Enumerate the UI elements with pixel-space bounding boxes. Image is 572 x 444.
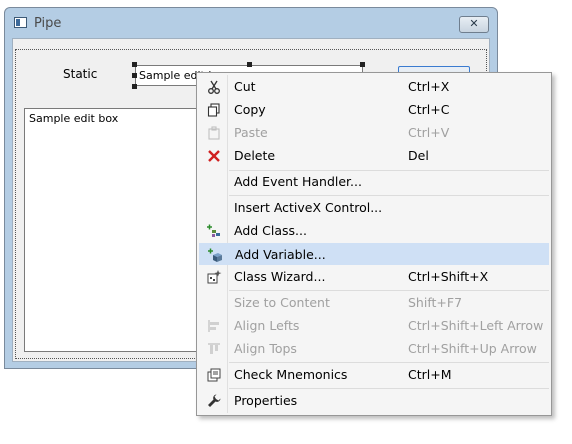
paste-icon [208,126,220,140]
menu-item-label: Properties [234,393,298,408]
context-menu: Cut Ctrl+X Copy Ctrl+C Paste Ctrl+V Dele… [196,72,552,416]
menu-item-label: Delete [234,148,276,163]
menu-separator [229,290,549,291]
menu-separator [229,388,549,389]
menu-item-label: Class Wizard... [234,269,326,284]
menu-item-shortcut: Ctrl+Shift+X [408,269,489,284]
menu-item-delete[interactable]: Delete Del [199,145,549,167]
menu-separator [229,362,549,363]
menu-item-cut[interactable]: Cut Ctrl+X [199,76,549,98]
menu-item-shortcut: Ctrl+C [408,102,450,117]
menu-item-properties[interactable]: Properties [199,390,549,412]
menu-item-shortcut: Ctrl+M [408,367,452,382]
menu-item-shortcut: Ctrl+X [408,79,450,94]
menu-item-add-class[interactable]: Add Class... [199,220,549,242]
close-button[interactable]: ✕ [459,16,489,33]
menu-item-copy[interactable]: Copy Ctrl+C [199,99,549,121]
title-bar[interactable]: Pipe ✕ [5,8,497,38]
menu-item-label: Add Class... [234,223,307,238]
align-lefts-icon [208,320,219,332]
menu-item-add-event-handler[interactable]: Add Event Handler... [199,171,549,193]
selection-handle-mid-left[interactable] [132,73,137,78]
menu-item-label: Paste [234,125,268,140]
menu-item-class-wizard[interactable]: Class Wizard... Ctrl+Shift+X [199,266,549,288]
menu-item-label: Copy [234,102,266,117]
menu-item-shortcut: Ctrl+Shift+Up Arrow [408,341,537,356]
menu-item-align-lefts[interactable]: Align Lefts Ctrl+Shift+Left Arrow [199,315,549,337]
delete-x-icon [208,150,220,162]
menu-item-shortcut: Ctrl+V [408,125,450,140]
menu-separator [229,195,549,196]
menu-item-align-tops[interactable]: Align Tops Ctrl+Shift+Up Arrow [199,338,549,360]
menu-item-paste[interactable]: Paste Ctrl+V [199,122,549,144]
menu-item-label: Insert ActiveX Control... [234,200,383,215]
menu-item-label: Align Lefts [234,318,300,333]
menu-item-label: Add Event Handler... [234,174,362,189]
menu-item-check-mnemonics[interactable]: Check Mnemonics Ctrl+M [199,364,549,386]
menu-item-label: Size to Content [234,295,330,310]
menu-item-insert-activex-control[interactable]: Insert ActiveX Control... [199,197,549,219]
selection-handle-top-left[interactable] [132,62,137,67]
class-wizard-icon [207,270,222,284]
menu-item-label: Add Variable... [235,247,326,262]
window-title: Pipe [34,16,62,31]
scissors-icon [208,80,220,94]
menu-item-label: Check Mnemonics [234,367,348,382]
align-tops-icon [208,343,220,354]
copy-icon [207,103,220,117]
check-mnemonics-icon [207,368,221,382]
window-app-icon [14,17,27,28]
static-text-control[interactable]: Static [63,67,97,81]
add-variable-icon [208,248,222,262]
menu-item-shortcut: Shift+F7 [408,295,463,310]
menu-item-label: Align Tops [234,341,297,356]
selection-handle-top-mid[interactable] [247,62,252,67]
menu-item-shortcut: Ctrl+Shift+Left Arrow [408,318,544,333]
selection-handle-top-right[interactable] [360,62,365,67]
menu-item-add-variable[interactable]: Add Variable... [199,243,549,265]
selection-handle-bottom-left[interactable] [132,84,137,89]
close-icon: ✕ [469,17,479,30]
menu-item-size-to-content[interactable]: Size to Content Shift+F7 [199,292,549,314]
wrench-icon [208,394,221,407]
menu-item-shortcut: Del [408,148,429,163]
menu-item-label: Cut [234,79,256,94]
add-class-icon [207,224,220,237]
